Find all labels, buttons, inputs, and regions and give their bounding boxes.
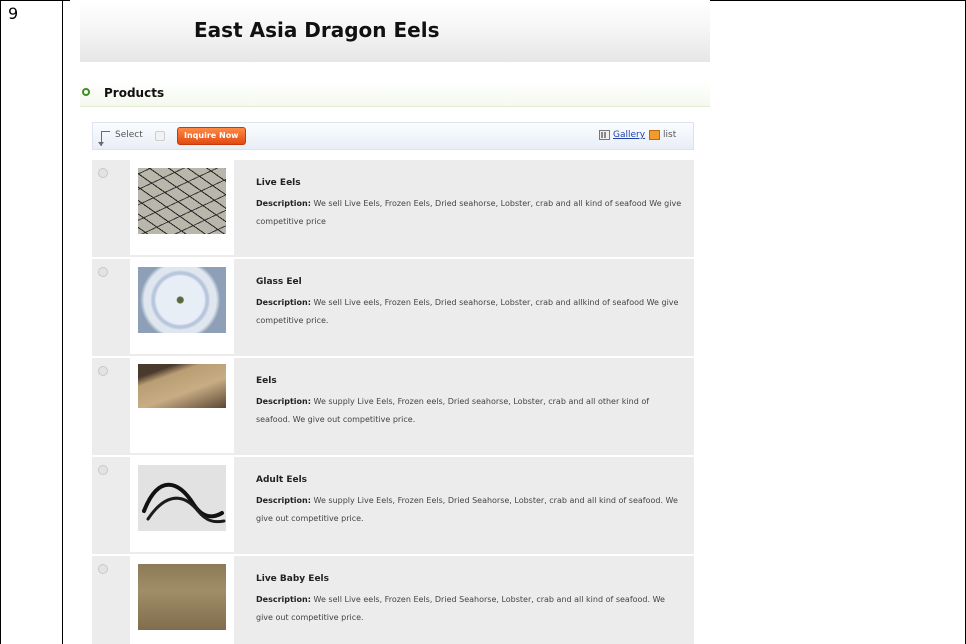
product-name[interactable]: Eels: [256, 376, 277, 386]
product-select-checkbox[interactable]: [98, 465, 108, 475]
product-select-checkbox[interactable]: [98, 168, 108, 178]
circle-bullet-icon: [82, 88, 90, 96]
products-section-header: Products: [80, 82, 710, 107]
product-select-checkbox[interactable]: [98, 267, 108, 277]
product-toolbar: Select Inquire Now Gallery list: [92, 122, 694, 150]
product-thumbnail-frame: [130, 556, 234, 644]
description-label: Description:: [256, 298, 311, 307]
select-label: Select: [115, 130, 143, 140]
select-arrow-icon: [98, 131, 110, 146]
glass-eel-image[interactable]: [138, 267, 226, 333]
product-description: Description: We supply Live Eels, Frozen…: [256, 492, 684, 528]
product-row: Live Baby Eels Description: We sell Live…: [92, 556, 694, 644]
product-row: Adult Eels Description: We supply Live E…: [92, 457, 694, 556]
description-label: Description:: [256, 595, 311, 604]
product-page-screenshot: East Asia Dragon Eels Products Select In…: [70, 0, 710, 644]
table-left-border: [0, 0, 1, 644]
product-name[interactable]: Glass Eel: [256, 277, 302, 287]
product-description: Description: We supply Live Eels, Frozen…: [256, 393, 684, 429]
product-name[interactable]: Adult Eels: [256, 475, 307, 485]
list-view-label[interactable]: list: [663, 130, 676, 140]
product-row: Eels Description: We supply Live Eels, F…: [92, 358, 694, 457]
description-text: We supply Live Eels, Frozen Eels, Dried …: [256, 496, 678, 523]
product-list: Live Eels Description: We sell Live Eels…: [92, 160, 694, 644]
product-select-checkbox[interactable]: [98, 564, 108, 574]
product-description: Description: We sell Live eels, Frozen E…: [256, 294, 684, 330]
select-all-checkbox[interactable]: [155, 131, 165, 141]
adult-eels-image[interactable]: [138, 465, 226, 531]
row-number: 9: [8, 4, 19, 23]
eels-image[interactable]: [138, 364, 226, 408]
store-title: East Asia Dragon Eels: [194, 18, 440, 42]
gallery-view-icon[interactable]: [599, 130, 610, 140]
store-header: East Asia Dragon Eels: [80, 0, 710, 62]
product-thumbnail-frame: [130, 457, 234, 552]
product-thumbnail-frame: [130, 358, 234, 453]
inquire-now-button[interactable]: Inquire Now: [177, 127, 246, 145]
product-row: Live Eels Description: We sell Live Eels…: [92, 160, 694, 259]
description-label: Description:: [256, 199, 311, 208]
product-description: Description: We sell Live Eels, Frozen E…: [256, 195, 684, 231]
description-text: We sell Live eels, Frozen Eels, Dried se…: [256, 298, 679, 325]
description-label: Description:: [256, 496, 311, 505]
description-text: We supply Live Eels, Frozen eels, Dried …: [256, 397, 650, 424]
product-thumbnail-frame: [130, 160, 234, 255]
table-column-divider: [62, 0, 63, 644]
product-name[interactable]: Live Baby Eels: [256, 574, 329, 584]
list-view-icon[interactable]: [649, 130, 660, 140]
description-text: We sell Live Eels, Frozen Eels, Dried se…: [256, 199, 682, 226]
description-label: Description:: [256, 397, 311, 406]
product-select-checkbox[interactable]: [98, 366, 108, 376]
product-thumbnail-frame: [130, 259, 234, 354]
product-name[interactable]: Live Eels: [256, 178, 301, 188]
gallery-view-link[interactable]: Gallery: [613, 130, 645, 140]
product-description: Description: We sell Live eels, Frozen E…: [256, 591, 684, 627]
live-baby-eels-image[interactable]: [138, 564, 226, 630]
live-eels-image[interactable]: [138, 168, 226, 234]
product-row: Glass Eel Description: We sell Live eels…: [92, 259, 694, 358]
description-text: We sell Live eels, Frozen Eels, Dried Se…: [256, 595, 665, 622]
products-heading: Products: [104, 86, 165, 100]
